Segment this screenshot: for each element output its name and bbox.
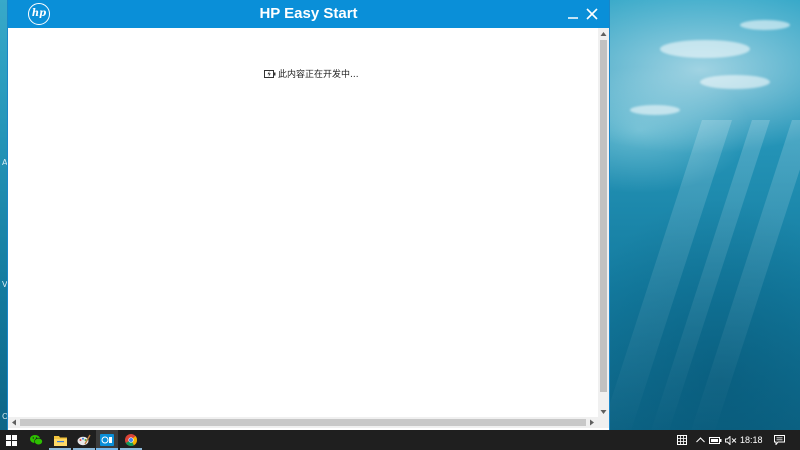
wave-foam	[630, 105, 680, 115]
chevron-up-icon	[695, 437, 705, 443]
vertical-scroll-thumb[interactable]	[600, 40, 607, 392]
hp-easy-start-window: hp HP Easy Start 此内容正在开发中...	[8, 0, 609, 430]
taskbar-item-wechat[interactable]	[25, 430, 47, 450]
action-center-button[interactable]	[772, 430, 786, 450]
content-area: 此内容正在开发中...	[8, 28, 598, 417]
minimize-icon	[568, 17, 578, 19]
battery-button[interactable]	[708, 430, 722, 450]
show-hidden-icons-button[interactable]	[694, 430, 706, 450]
scroll-down-icon[interactable]	[600, 408, 607, 416]
window-titlebar[interactable]: hp HP Easy Start	[8, 0, 609, 28]
scroll-right-icon[interactable]	[588, 419, 596, 426]
file-explorer-icon	[53, 435, 67, 446]
vertical-scrollbar[interactable]	[598, 28, 609, 418]
start-button[interactable]	[0, 430, 22, 450]
horizontal-scroll-thumb[interactable]	[20, 419, 586, 426]
desktop-icon-label-fragment[interactable]: A	[2, 158, 7, 167]
plugin-icon	[264, 69, 276, 78]
message-text: 此内容正在开发中...	[278, 70, 359, 80]
input-method-icon	[677, 435, 687, 445]
taskbar-item-file-explorer[interactable]	[49, 430, 71, 450]
taskbar-item-chrome[interactable]	[120, 430, 142, 450]
hp-easy-start-icon	[100, 434, 114, 446]
paint-icon	[77, 434, 91, 446]
volume-button[interactable]	[724, 430, 737, 450]
close-icon	[586, 8, 598, 20]
wave-foam	[740, 20, 790, 30]
wechat-icon	[29, 435, 43, 446]
taskbar-item-paint[interactable]	[73, 430, 95, 450]
windows-start-icon	[5, 434, 17, 446]
input-method-button[interactable]	[676, 430, 688, 450]
battery-icon	[708, 436, 721, 444]
notification-icon	[773, 435, 785, 445]
taskbar: 18:18	[0, 430, 800, 450]
desktop-icon-label-fragment[interactable]: V	[2, 280, 7, 289]
window-title: HP Easy Start	[259, 5, 358, 22]
minimize-button[interactable]	[563, 4, 583, 24]
wave-foam	[660, 40, 750, 58]
taskbar-item-hp-easy-start[interactable]	[96, 430, 118, 450]
scroll-up-icon[interactable]	[600, 30, 607, 38]
taskbar-clock[interactable]: 18:18	[740, 430, 763, 450]
horizontal-scrollbar[interactable]	[8, 417, 609, 428]
wave-foam	[700, 75, 770, 89]
close-button[interactable]	[582, 4, 602, 24]
scroll-left-icon[interactable]	[10, 419, 18, 426]
chrome-icon	[125, 434, 137, 446]
volume-muted-icon	[724, 435, 736, 445]
under-development-message: 此内容正在开发中...	[264, 67, 359, 80]
